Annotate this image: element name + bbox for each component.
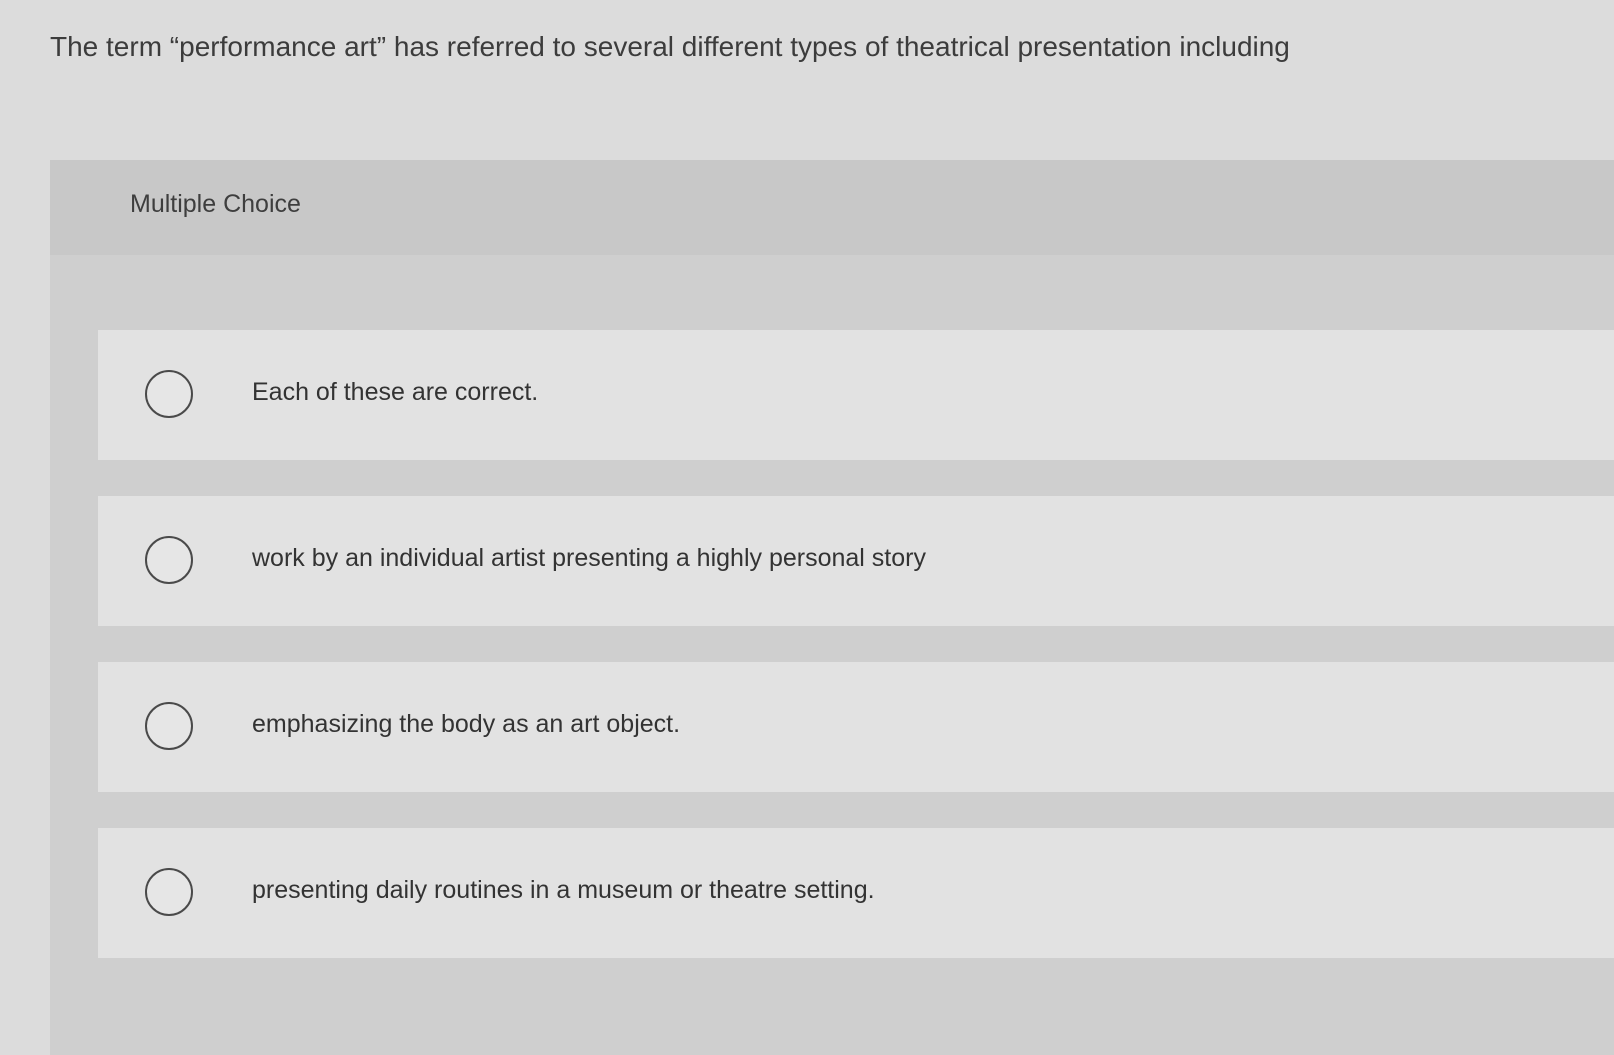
question-stem: The term “performance art” has referred … [50, 31, 1290, 62]
answer-choice-4[interactable]: presenting daily routines in a museum or… [98, 828, 1614, 958]
radio-unselected-icon[interactable] [145, 868, 193, 916]
multiple-choice-header: Multiple Choice [50, 160, 1614, 255]
multiple-choice-panel: Multiple Choice Each of these are correc… [50, 160, 1614, 1055]
answer-choice-label: Each of these are correct. [252, 378, 539, 406]
multiple-choice-label: Multiple Choice [130, 190, 301, 218]
radio-unselected-icon[interactable] [145, 370, 193, 418]
radio-unselected-icon[interactable] [145, 702, 193, 750]
answer-choice-label: emphasizing the body as an art object. [252, 710, 681, 738]
radio-unselected-icon[interactable] [145, 536, 193, 584]
answer-choice-1[interactable]: Each of these are correct. [98, 330, 1614, 460]
answer-choice-2[interactable]: work by an individual artist presenting … [98, 496, 1614, 626]
answer-choice-label: presenting daily routines in a museum or… [252, 876, 875, 904]
answer-choice-3[interactable]: emphasizing the body as an art object. [98, 662, 1614, 792]
answer-choice-label: work by an individual artist presenting … [252, 544, 926, 572]
answer-choices: Each of these are correct. work by an in… [98, 330, 1614, 994]
